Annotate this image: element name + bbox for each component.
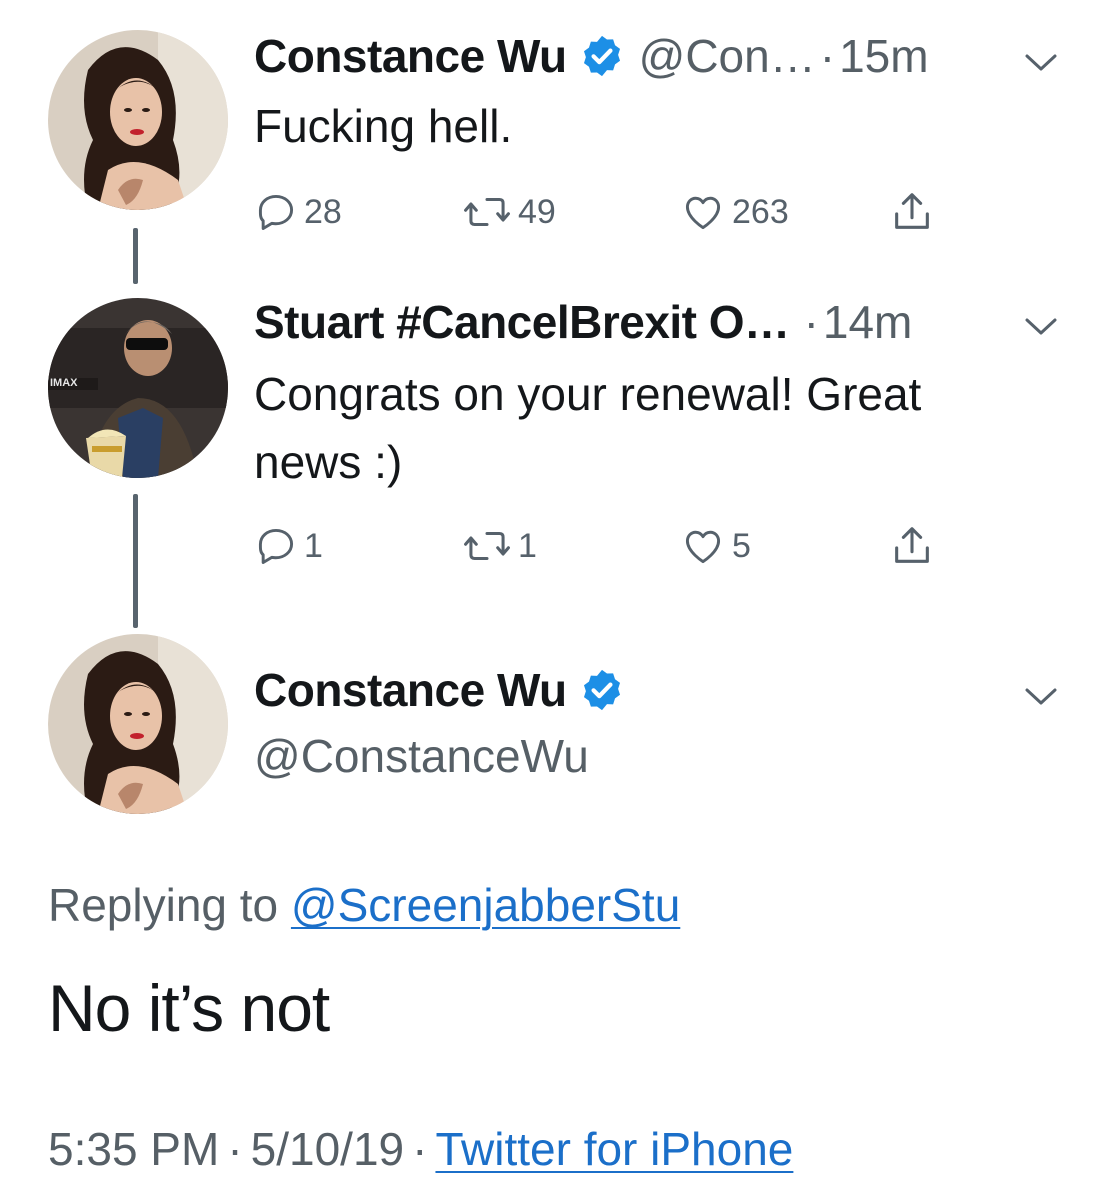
main-tweet-handle-row: @ConstanceWu <box>254 726 589 786</box>
verified-badge-icon <box>579 667 625 713</box>
heart-icon <box>680 524 726 568</box>
main-tweet-header: Constance Wu <box>254 660 625 720</box>
separator-dot: · <box>412 1123 428 1175</box>
svg-text:IMAX: IMAX <box>50 377 78 389</box>
retweet-count: 49 <box>518 192 556 231</box>
tweet-text: Congrats on your renewal! Great news :) <box>254 360 921 496</box>
handle[interactable]: @Con… <box>639 29 816 83</box>
reply-icon <box>254 524 298 568</box>
tweet-actions: 1 1 5 <box>254 524 954 568</box>
main-tweet-text: No it’s not <box>48 971 330 1045</box>
tweet-text: Fucking hell. <box>254 100 513 152</box>
like-button[interactable]: 263 <box>680 190 789 234</box>
timestamp[interactable]: 15m <box>839 29 928 83</box>
tweet-header: Constance Wu @Con… · 15m <box>254 26 929 86</box>
chevron-down-icon[interactable] <box>1024 316 1058 338</box>
timestamp[interactable]: 14m <box>823 295 912 349</box>
chevron-down-icon[interactable] <box>1024 52 1058 74</box>
retweet-icon <box>462 190 512 234</box>
tweet-thread: Constance Wu @Con… · 15m Fucking hell. 2… <box>0 0 1102 1200</box>
retweet-button[interactable]: 1 <box>462 524 537 568</box>
verified-badge-icon <box>579 33 625 79</box>
reply-count: 28 <box>304 192 342 231</box>
reply-icon <box>254 190 298 234</box>
tweet-actions: 28 49 263 <box>254 190 954 234</box>
reply-button[interactable]: 28 <box>254 190 342 234</box>
tweet-header: Stuart #CancelBrexit O… · 14m <box>254 292 912 352</box>
handle[interactable]: @ConstanceWu <box>254 729 589 783</box>
avatar-stuart[interactable]: IMAX <box>48 298 228 478</box>
tweet-text-line: Congrats on your renewal! Great <box>254 368 922 420</box>
replying-to-label: Replying to <box>48 879 279 931</box>
share-button[interactable] <box>888 190 936 234</box>
separator-dot: · <box>819 30 836 82</box>
tweet-source-link[interactable]: Twitter for iPhone <box>435 1123 793 1175</box>
reply-count: 1 <box>304 526 323 565</box>
like-count: 5 <box>732 526 751 565</box>
tweet-date: 5/10/19 <box>250 1123 405 1175</box>
thread-connector <box>133 494 138 628</box>
like-count: 263 <box>732 192 789 231</box>
replying-to: Replying to @ScreenjabberStu <box>48 878 680 932</box>
replying-to-link[interactable]: @ScreenjabberStu <box>291 879 680 931</box>
avatar-constance-wu[interactable] <box>48 634 228 814</box>
display-name[interactable]: Constance Wu <box>254 29 567 83</box>
retweet-icon <box>462 524 512 568</box>
tweet-metadata: 5:35 PM · 5/10/19 · Twitter for iPhone <box>48 1122 793 1176</box>
heart-icon <box>680 190 726 234</box>
share-icon <box>888 523 936 569</box>
separator-dot: · <box>227 1123 243 1175</box>
like-button[interactable]: 5 <box>680 524 751 568</box>
share-button[interactable] <box>888 524 936 568</box>
retweet-count: 1 <box>518 526 537 565</box>
reply-button[interactable]: 1 <box>254 524 323 568</box>
tweet-text-line: news :) <box>254 436 403 488</box>
display-name[interactable]: Constance Wu <box>254 663 567 717</box>
chevron-down-icon[interactable] <box>1024 686 1058 708</box>
display-name[interactable]: Stuart #CancelBrexit O… <box>254 295 790 349</box>
thread-connector <box>133 228 138 284</box>
tweet-time: 5:35 PM <box>48 1123 220 1175</box>
avatar-constance-wu[interactable] <box>48 30 228 210</box>
retweet-button[interactable]: 49 <box>462 190 556 234</box>
separator-dot: · <box>803 296 819 348</box>
share-icon <box>888 189 936 235</box>
